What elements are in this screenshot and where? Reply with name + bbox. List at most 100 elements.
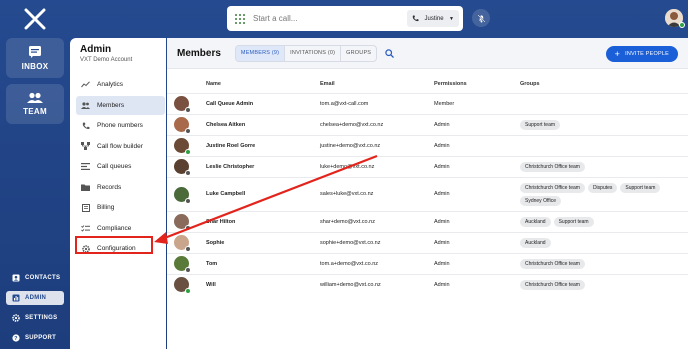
table-row[interactable]: Chelsea Aitken chelsea+demo@vxt.co.nz Ad… xyxy=(167,113,688,135)
online-status-dot xyxy=(679,22,685,28)
member-groups: Christchurch Office team Disputes Support … xyxy=(520,176,688,211)
contacts-link[interactable]: CONTACTS xyxy=(6,271,64,285)
menu-item-records[interactable]: Records xyxy=(76,178,165,197)
column-header-permissions[interactable]: Permissions xyxy=(434,76,520,93)
members-icon xyxy=(81,101,90,110)
member-email: shar+demo@vxt.co.nz xyxy=(320,210,434,232)
app-window: INBOX TEAM CONTACTS ADMIN SETTINGS ? SUP… xyxy=(0,0,688,349)
start-call-bar[interactable]: Start a call... Justine ▼ xyxy=(227,6,463,31)
menu-label-members: Members xyxy=(97,101,125,109)
table-row[interactable]: Luke Campbell sales+luke@vxt.co.nz Admin… xyxy=(167,176,688,211)
inbox-icon xyxy=(29,46,41,58)
group-chip: Disputes xyxy=(587,182,618,193)
member-email: tom.a@vxt-call.com xyxy=(320,92,434,114)
call-queues-icon xyxy=(81,162,90,171)
admin-icon xyxy=(12,294,20,302)
member-email: sales+luke@vxt.co.nz xyxy=(320,176,434,211)
menu-item-call-flow-builder[interactable]: Call flow builder xyxy=(76,137,165,156)
avatar-column-header xyxy=(167,76,206,93)
status-dot xyxy=(185,197,191,204)
avatar-cell xyxy=(167,273,206,295)
notifications-muted-button[interactable] xyxy=(472,9,490,27)
menu-label-compliance: Compliance xyxy=(97,224,132,232)
member-permission: Admin xyxy=(434,273,520,295)
phone-icon xyxy=(412,15,419,22)
member-avatar xyxy=(174,235,191,252)
avatar-cell xyxy=(167,176,206,211)
settings-link[interactable]: SETTINGS xyxy=(6,311,64,325)
member-permission: Admin xyxy=(434,210,520,232)
analytics-icon xyxy=(81,80,90,89)
status-dot xyxy=(185,170,191,176)
left-rail: INBOX TEAM CONTACTS ADMIN SETTINGS ? SUP… xyxy=(0,0,70,349)
table-row[interactable]: Tom tom.a+demo@vxt.co.nz Admin Christchu… xyxy=(167,252,688,274)
group-chip: Sydney Office xyxy=(520,195,562,206)
avatar-cell xyxy=(167,210,206,232)
member-email: tom.a+demo@vxt.co.nz xyxy=(320,252,434,274)
member-permission: Admin xyxy=(434,176,520,211)
member-permission: Admin xyxy=(434,231,520,253)
member-avatar xyxy=(174,138,191,155)
inbox-button[interactable]: INBOX xyxy=(6,38,64,78)
member-name: Tom xyxy=(206,252,320,274)
member-email: luke+demo@vxt.co.nz xyxy=(320,155,434,177)
menu-item-members[interactable]: Members xyxy=(76,95,165,115)
phone-icon xyxy=(81,121,90,130)
billing-icon xyxy=(81,203,90,212)
admin-link[interactable]: ADMIN xyxy=(6,291,64,305)
group-chip: Christchurch Office team xyxy=(520,279,585,290)
member-groups xyxy=(520,134,688,156)
table-row[interactable]: Justine Roel Gorre justine+demo@vxt.co.n… xyxy=(167,134,688,156)
table-row[interactable]: Shar Hilton shar+demo@vxt.co.nz Admin Au… xyxy=(167,210,688,232)
status-dot xyxy=(185,107,191,113)
dialpad-icon[interactable] xyxy=(235,13,245,24)
table-row[interactable]: Sophie sophie+demo@vxt.co.nz Admin Auckl… xyxy=(167,231,688,253)
account-name: VXT Demo Account xyxy=(80,57,133,63)
inbox-label: INBOX xyxy=(21,62,49,71)
menu-item-analytics[interactable]: Analytics xyxy=(76,75,165,94)
members-view: Members MEMBERS (9) INVITATIONS (0) GROU… xyxy=(167,38,688,349)
admin-title: Admin xyxy=(80,44,112,55)
menu-item-phone-numbers[interactable]: Phone numbers xyxy=(76,116,165,135)
help-icon: ? xyxy=(12,334,20,342)
member-permission: Member xyxy=(434,92,520,114)
bell-off-icon xyxy=(477,14,485,22)
table-row[interactable]: Will william+demo@vxt.co.nz Admin Christ… xyxy=(167,273,688,295)
support-label: SUPPORT xyxy=(25,335,57,341)
column-header-email[interactable]: Email xyxy=(320,76,434,93)
status-dot xyxy=(185,149,191,155)
line-selector[interactable]: Justine ▼ xyxy=(407,10,459,27)
contacts-label: CONTACTS xyxy=(25,275,61,281)
table-row[interactable]: Call Queue Admin tom.a@vxt-call.com Memb… xyxy=(167,92,688,114)
table-row[interactable]: Leslie Christopher luke+demo@vxt.co.nz A… xyxy=(167,155,688,177)
search-icon[interactable] xyxy=(385,48,395,58)
configuration-highlight-box xyxy=(75,236,153,254)
tab-invitations[interactable]: INVITATIONS (0) xyxy=(285,45,342,61)
group-chip: Auckland xyxy=(520,237,551,248)
tab-members[interactable]: MEMBERS (9) xyxy=(235,45,286,61)
start-call-input[interactable]: Start a call... xyxy=(253,14,407,23)
member-avatar xyxy=(174,256,191,273)
member-permission: Admin xyxy=(434,155,520,177)
column-header-groups[interactable]: Groups xyxy=(520,76,688,93)
member-email: william+demo@vxt.co.nz xyxy=(320,273,434,295)
group-chip: Christchurch Office team xyxy=(520,258,585,269)
invite-people-button[interactable]: + INVITE PEOPLE xyxy=(605,46,678,62)
column-header-name[interactable]: Name xyxy=(206,76,320,93)
member-permission: Admin xyxy=(434,134,520,156)
member-avatar xyxy=(174,159,191,176)
support-link[interactable]: ? SUPPORT xyxy=(6,331,64,345)
tab-groups[interactable]: GROUPS xyxy=(341,46,376,61)
menu-item-compliance[interactable]: Compliance xyxy=(76,219,165,238)
member-name: Call Queue Admin xyxy=(206,92,320,114)
menu-item-billing[interactable]: Billing xyxy=(76,198,165,217)
team-button[interactable]: TEAM xyxy=(6,84,64,124)
call-flow-icon xyxy=(81,142,90,151)
avatar-cell xyxy=(167,92,206,114)
members-tabs: MEMBERS (9) INVITATIONS (0) GROUPS xyxy=(234,44,378,62)
status-dot xyxy=(185,128,191,134)
menu-item-call-queues[interactable]: Call queues xyxy=(76,157,165,176)
table-header-row: Name Email Permissions Groups xyxy=(167,76,688,93)
status-dot xyxy=(185,246,191,252)
member-avatar xyxy=(174,117,191,134)
